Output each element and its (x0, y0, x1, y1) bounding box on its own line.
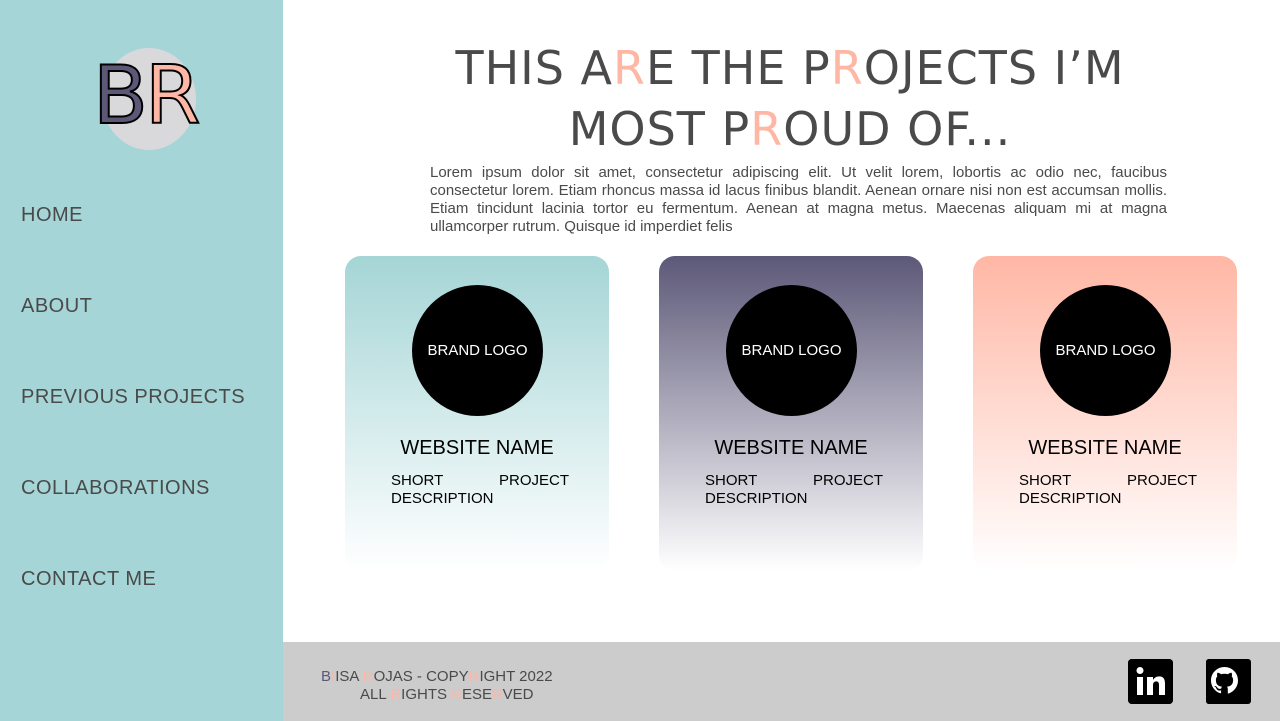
copyright-segment: OJAS - COPY (373, 668, 469, 685)
desc-word: DESCRIPTION (391, 490, 494, 507)
copyright-segment: IGHTS (401, 686, 452, 703)
linkedin-icon (1128, 659, 1173, 704)
logo-letter-r: R (144, 49, 202, 142)
github-link[interactable] (1206, 659, 1251, 704)
copyright-segment: R (468, 668, 480, 685)
nav-item-about[interactable]: ABOUT (21, 295, 92, 318)
copyright-segment: VED (502, 686, 534, 703)
title-segment: MOST P (568, 102, 751, 156)
footer: BIISA ROJAS - COPYRIGHT 2022 ALL RIGHTS … (283, 642, 1280, 721)
project-card[interactable]: BRAND LOGO WEBSITE NAME SHORT PROJECT DES… (345, 256, 609, 571)
brand-logo: BRAND LOGO (726, 285, 857, 416)
project-description: SHORT PROJECT DESCRIPTION (391, 472, 569, 508)
copyright-text: BIISA ROJAS - COPYRIGHT 2022 ALL RIGHTS … (321, 668, 553, 704)
title-segment: OUD OF... (783, 102, 1012, 156)
brand-logo: BRAND LOGO (412, 285, 543, 416)
nav-item-previous-projects[interactable]: PREVIOUS PROJECTS (21, 386, 245, 409)
project-card[interactable]: BRAND LOGO WEBSITE NAME SHORT PROJECT DES… (973, 256, 1237, 571)
copyright-segment: R (451, 686, 463, 703)
nav-item-home[interactable]: HOME (21, 204, 83, 227)
intro-paragraph: Lorem ipsum dolor sit amet, consectetur … (430, 164, 1167, 235)
sidebar: B R HOME ABOUT PREVIOUS PROJECTS COLLABO… (0, 0, 283, 721)
desc-word: SHORT (391, 472, 444, 489)
title-accent-letter: R (613, 41, 646, 95)
linkedin-link[interactable] (1128, 659, 1173, 704)
project-description: SHORT PROJECT DESCRIPTION (1019, 472, 1197, 508)
copyright-line-1: BIISA ROJAS - COPYRIGHT 2022 (321, 668, 553, 686)
desc-word: DESCRIPTION (705, 490, 808, 507)
title-segment: OJECTS I’M (863, 41, 1125, 95)
nav-item-contact-me[interactable]: CONTACT ME (21, 568, 156, 591)
copyright-line-2: ALL RIGHTS RESERVED (321, 686, 553, 704)
site-logo[interactable]: B R (92, 48, 202, 150)
brand-logo: BRAND LOGO (1040, 285, 1171, 416)
website-name: WEBSITE NAME (400, 437, 554, 459)
desc-word: PROJECT (812, 472, 883, 489)
nav-item-collaborations[interactable]: COLLABORATIONS (21, 477, 210, 500)
copyright-segment: R (390, 686, 402, 703)
desc-word: SHORT (705, 472, 758, 489)
title-accent-letter: R (750, 102, 784, 156)
desc-word: PROJECT (1126, 472, 1197, 489)
website-name: WEBSITE NAME (714, 437, 868, 459)
logo-letter-b: B (92, 49, 149, 142)
copyright-segment: B (321, 668, 332, 685)
project-description: SHORT PROJECT DESCRIPTION (705, 472, 883, 508)
desc-word: DESCRIPTION (1019, 490, 1122, 507)
copyright-segment: R (362, 668, 374, 685)
github-icon (1206, 659, 1243, 704)
desc-word: SHORT (1019, 472, 1072, 489)
page-title: THIS ARE THE PROJECTS I’M MOST PROUD OF.… (283, 38, 1280, 160)
title-segment: THIS A (455, 41, 614, 95)
title-accent-letter: R (830, 41, 864, 95)
copyright-segment: ISA (335, 668, 363, 685)
copyright-segment: ESE (462, 686, 493, 703)
copyright-segment: IGHT 2022 (479, 668, 553, 685)
desc-word: PROJECT (498, 472, 569, 489)
copyright-segment: ALL (360, 686, 391, 703)
project-card[interactable]: BRAND LOGO WEBSITE NAME SHORT PROJECT DES… (659, 256, 923, 571)
title-segment: E THE P (645, 41, 831, 95)
copyright-segment: R (492, 686, 503, 703)
website-name: WEBSITE NAME (1028, 437, 1182, 459)
